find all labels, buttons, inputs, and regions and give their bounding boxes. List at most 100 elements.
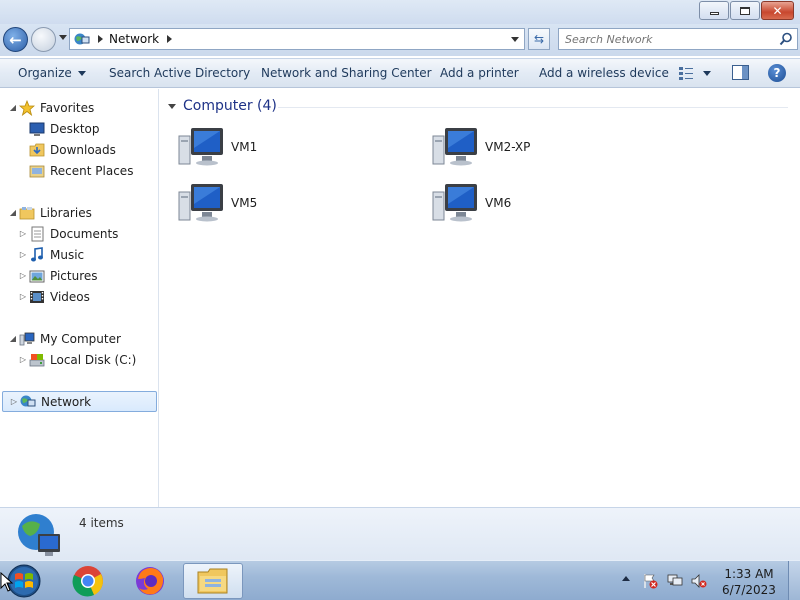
sidebar-item-desktop[interactable]: Desktop — [18, 119, 100, 138]
sidebar-item-music[interactable]: ▷ Music — [18, 245, 84, 264]
computer-item[interactable]: VM1 — [178, 126, 257, 168]
minimize-button[interactable] — [699, 1, 729, 20]
expanded-arrow-icon[interactable]: ◢ — [8, 103, 18, 112]
computer-icon — [19, 332, 35, 345]
sidebar-item-libraries[interactable]: ◢ Libraries — [8, 203, 92, 222]
preview-pane-icon[interactable] — [732, 65, 749, 80]
libraries-icon — [19, 206, 35, 219]
star-icon — [19, 99, 35, 116]
sidebar-item-documents[interactable]: ▷ Documents — [18, 224, 118, 243]
collapsed-arrow-icon[interactable]: ▷ — [18, 292, 28, 301]
sidebar-label-desktop: Desktop — [50, 121, 100, 136]
sidebar-label-videos: Videos — [50, 289, 90, 304]
back-button[interactable]: ← — [3, 27, 28, 52]
breadcrumb-separator-icon[interactable] — [98, 35, 103, 43]
search-box — [558, 28, 798, 50]
group-title: Computer (4) — [183, 98, 277, 114]
sidebar-label-favorites: Favorites — [40, 100, 95, 115]
sidebar-item-favorites[interactable]: ◢ Favorites — [8, 98, 94, 117]
sidebar-label-recent-places: Recent Places — [50, 163, 134, 178]
collapsed-arrow-icon[interactable]: ▷ — [18, 271, 28, 280]
sidebar-label-my-computer: My Computer — [40, 331, 121, 346]
taskbar: 1:33 AM 6/7/2023 — [0, 560, 800, 600]
refresh-button[interactable]: ⇆ — [528, 28, 550, 50]
firefox-icon — [136, 567, 164, 595]
collapse-group-icon[interactable] — [168, 103, 176, 109]
network-icon — [20, 395, 36, 406]
show-desktop-button[interactable] — [788, 561, 800, 600]
item-count: 4 items — [79, 516, 124, 530]
recent-places-icon — [29, 165, 45, 177]
navigation-pane: ◢ Favorites Desktop Downloads Recent Pla… — [0, 89, 159, 507]
taskbar-firefox[interactable] — [120, 563, 180, 599]
local-disk-icon — [29, 353, 45, 366]
taskbar-chrome[interactable] — [58, 563, 118, 599]
chevron-down-icon — [77, 71, 86, 76]
refresh-icon: ⇆ — [533, 32, 545, 46]
breadcrumb-network[interactable]: Network — [109, 32, 159, 46]
address-history-dropdown[interactable] — [511, 37, 519, 42]
computer-item[interactable]: VM6 — [432, 182, 511, 224]
sidebar-label-libraries: Libraries — [40, 205, 92, 220]
network-computer-icon — [432, 184, 477, 222]
file-explorer-icon — [197, 568, 228, 594]
organize-button[interactable]: Organize — [18, 66, 86, 80]
add-printer-button[interactable]: Add a printer — [440, 66, 519, 80]
network-globe-icon — [18, 514, 60, 556]
close-button[interactable]: ✕ — [761, 1, 794, 20]
mouse-cursor-icon — [0, 572, 14, 592]
clock-date: 6/7/2023 — [722, 583, 776, 597]
collapsed-arrow-icon[interactable]: ▷ — [18, 250, 28, 259]
view-options-dropdown[interactable] — [703, 71, 711, 76]
window-controls: ✕ — [699, 1, 794, 20]
collapsed-arrow-icon[interactable]: ▷ — [18, 355, 28, 364]
sidebar-item-videos[interactable]: ▷ Videos — [18, 287, 90, 306]
group-divider — [278, 107, 788, 108]
action-center-icon[interactable] — [642, 573, 658, 589]
address-bar[interactable]: Network — [69, 28, 525, 50]
desktop-icon — [29, 122, 45, 136]
close-icon: ✕ — [772, 3, 783, 18]
sidebar-label-pictures: Pictures — [50, 268, 98, 283]
computer-item[interactable]: VM5 — [178, 182, 257, 224]
sidebar-label-documents: Documents — [50, 226, 119, 241]
forward-button[interactable] — [31, 27, 56, 52]
breadcrumb-chevron-icon[interactable] — [167, 35, 173, 43]
sidebar-item-my-computer[interactable]: ◢ My Computer — [8, 329, 121, 348]
computer-name: VM2-XP — [485, 140, 531, 154]
computer-item[interactable]: VM2-XP — [432, 126, 530, 168]
restore-icon — [740, 6, 750, 15]
sidebar-item-downloads[interactable]: Downloads — [18, 140, 116, 159]
collapsed-arrow-icon[interactable]: ▷ — [9, 397, 19, 406]
network-computer-icon — [178, 184, 223, 222]
change-view-icon[interactable] — [678, 66, 694, 80]
recent-pages-dropdown[interactable] — [59, 35, 67, 40]
taskbar-explorer[interactable] — [183, 563, 243, 599]
volume-muted-icon[interactable] — [691, 573, 707, 589]
search-active-directory-button[interactable]: Search Active Directory — [109, 66, 250, 80]
sidebar-item-pictures[interactable]: ▷ Pictures — [18, 266, 98, 285]
system-clock[interactable]: 1:33 AM 6/7/2023 — [716, 566, 782, 598]
show-hidden-icons-icon[interactable] — [622, 576, 630, 581]
computer-name: VM5 — [231, 196, 258, 210]
add-wireless-device-button[interactable]: Add a wireless device — [539, 66, 669, 80]
network-icon — [74, 33, 90, 45]
sidebar-label-downloads: Downloads — [50, 142, 116, 157]
sidebar-item-local-disk[interactable]: ▷ Local Disk (C:) — [18, 350, 136, 369]
group-header-computer[interactable]: Computer (4) — [168, 98, 277, 114]
network-sharing-center-button[interactable]: Network and Sharing Center — [261, 66, 432, 80]
address-row: ← Network ⇆ — [0, 24, 800, 56]
back-arrow-icon: ← — [9, 30, 22, 49]
search-input[interactable] — [565, 32, 765, 46]
maximize-button[interactable] — [730, 1, 760, 20]
expanded-arrow-icon[interactable]: ◢ — [8, 334, 18, 343]
sidebar-item-network[interactable]: ▷ Network — [2, 391, 157, 412]
help-icon[interactable]: ? — [768, 64, 786, 82]
sidebar-item-recent-places[interactable]: Recent Places — [18, 161, 133, 180]
expanded-arrow-icon[interactable]: ◢ — [8, 208, 18, 217]
documents-icon — [31, 226, 44, 241]
collapsed-arrow-icon[interactable]: ▷ — [18, 229, 28, 238]
network-status-icon[interactable] — [667, 573, 683, 589]
organize-label: Organize — [18, 66, 72, 80]
search-icon[interactable] — [779, 32, 793, 46]
